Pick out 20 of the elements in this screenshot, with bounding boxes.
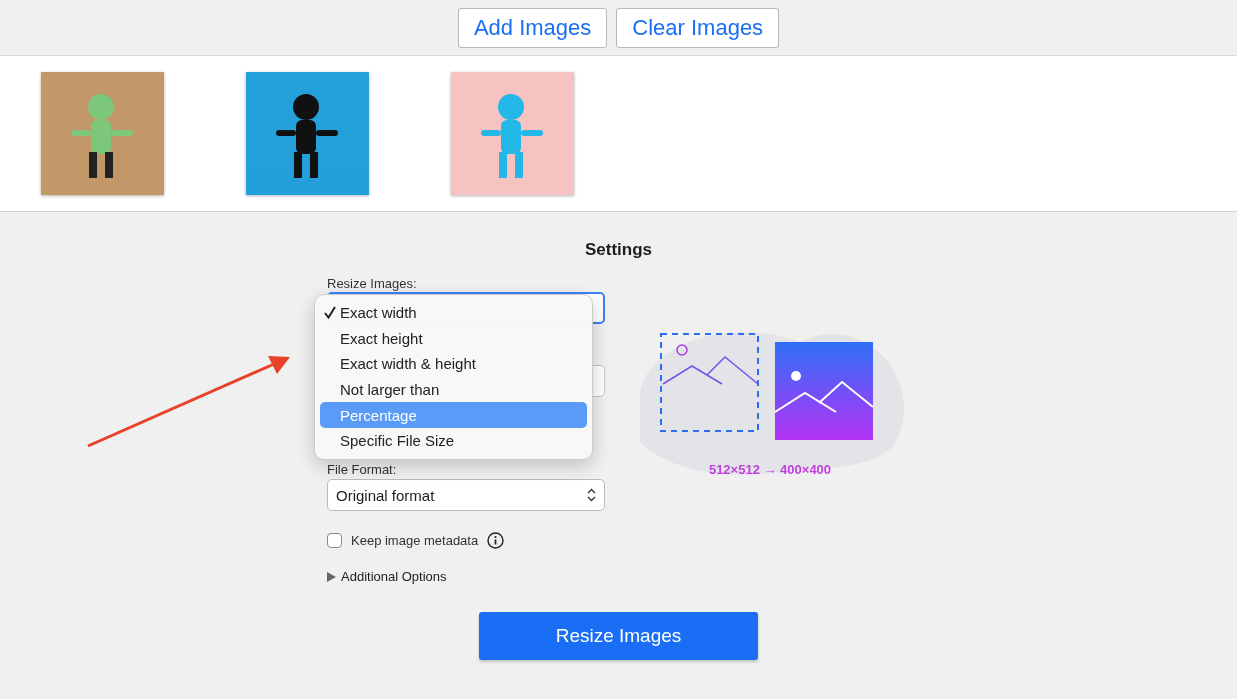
info-icon[interactable] [487,532,505,549]
menu-item[interactable]: Specific File Size [320,427,587,454]
resize-button[interactable]: Resize Images [479,612,758,660]
menu-item[interactable]: Not larger than [320,376,587,403]
checkbox-label: Keep image metadata [351,533,479,548]
chevron-icon [587,488,596,502]
disclosure-label[interactable]: Additional Options [341,569,447,584]
size-caption: 512×512 → 400×400 [707,462,833,477]
disclosure-icon[interactable] [327,571,336,582]
check-icon [324,306,336,319]
toolbar-button[interactable]: Add Images [457,7,608,48]
menu-item[interactable]: Exact width & height [320,351,587,377]
field-label: Resize Images: [327,276,418,292]
menu-item[interactable]: Exact height [320,325,587,352]
menu-item[interactable]: Exact width [320,300,587,326]
field-label: File Format: [327,462,398,478]
section-title: Settings [584,240,653,260]
checkbox[interactable] [327,533,342,548]
toolbar-button[interactable]: Clear Images [616,7,780,48]
select-field[interactable]: Original format [327,479,605,511]
